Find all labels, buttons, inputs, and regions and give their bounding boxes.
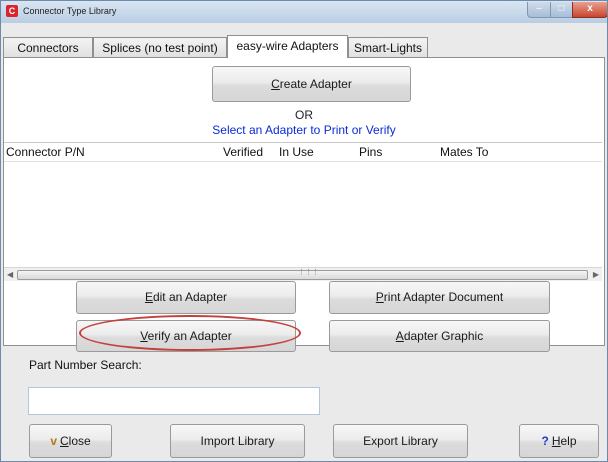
column-header-verified[interactable]: Verified [223,145,263,159]
scroll-right-arrow-icon[interactable]: ▶ [593,268,599,281]
print-adapter-mnemonic: P [375,290,384,304]
part-number-search-input[interactable] [28,387,320,415]
verify-adapter-mnemonic: V [140,329,148,343]
tab-smart-lights[interactable]: Smart-Lights [348,37,428,57]
create-adapter-mnemonic: C [271,77,280,91]
close-mnemonic: C [60,434,69,448]
column-header-mates-to[interactable]: Mates To [440,145,488,159]
horizontal-scrollbar[interactable]: ◀ ⋮⋮⋮ ▶ [4,267,602,281]
minimize-button[interactable]: – [527,2,551,18]
print-adapter-label: rint Adapter Document [383,290,504,304]
tab-connectors[interactable]: Connectors [3,37,93,57]
print-adapter-document-button[interactable]: Print Adapter Document [329,281,550,314]
edit-adapter-label: dit an Adapter [152,290,228,304]
adapter-list[interactable]: Connector P/N Verified In Use Pins Mates… [4,142,602,281]
scrollbar-thumb[interactable]: ⋮⋮⋮ [17,269,588,280]
part-number-search-label: Part Number Search: [29,358,142,372]
column-header-pins[interactable]: Pins [359,145,382,159]
adapter-graphic-button[interactable]: Adapter Graphic [329,320,550,352]
tab-splices[interactable]: Splices (no test point) [93,37,227,57]
tab-easy-wire-adapters[interactable]: easy-wire Adapters [227,35,348,58]
column-header-in-use[interactable]: In Use [279,145,314,159]
select-adapter-prompt: Select an Adapter to Print or Verify [212,123,396,137]
window-title: Connector Type Library [23,6,117,16]
app-icon[interactable]: C [6,5,18,17]
import-library-button[interactable]: Import Library [170,424,305,458]
export-library-button[interactable]: Export Library [333,424,468,458]
create-adapter-button[interactable]: Create Adapter [212,66,411,102]
scroll-left-arrow-icon[interactable]: ◀ [7,268,13,281]
close-button[interactable]: ᴠ Close [29,424,112,458]
help-label: elp [560,434,577,448]
or-separator-text: OR [295,108,313,122]
edit-adapter-mnemonic: E [144,290,153,304]
close-window-button[interactable]: x [572,2,607,18]
adapter-graphic-label: dapter Graphic [403,329,484,343]
exit-figure-icon: ᴠ [50,434,57,448]
title-bar[interactable]: C Connector Type Library – □ x [1,1,607,24]
question-mark-icon: ? [541,434,549,448]
verify-adapter-label: erify an Adapter [147,329,232,343]
help-button[interactable]: ? Help [519,424,599,458]
help-mnemonic: H [551,434,561,448]
maximize-button[interactable]: □ [550,2,573,18]
verify-adapter-button[interactable]: Verify an Adapter [76,320,296,352]
adapter-graphic-mnemonic: A [395,329,404,343]
close-label: lose [68,434,91,448]
adapters-panel: Create Adapter OR Select an Adapter to P… [3,57,605,352]
create-adapter-label: reate Adapter [279,77,352,91]
list-header: Connector P/N Verified In Use Pins Mates… [4,143,602,162]
edit-adapter-button[interactable]: Edit an Adapter [76,281,296,314]
connector-type-library-window: C Connector Type Library – □ x Connector… [0,0,608,462]
scrollbar-grip-icon: ⋮⋮⋮ [298,269,319,276]
tab-bar: Connectors Splices (no test point) easy-… [1,23,607,58]
column-header-connector-pn[interactable]: Connector P/N [6,145,85,159]
